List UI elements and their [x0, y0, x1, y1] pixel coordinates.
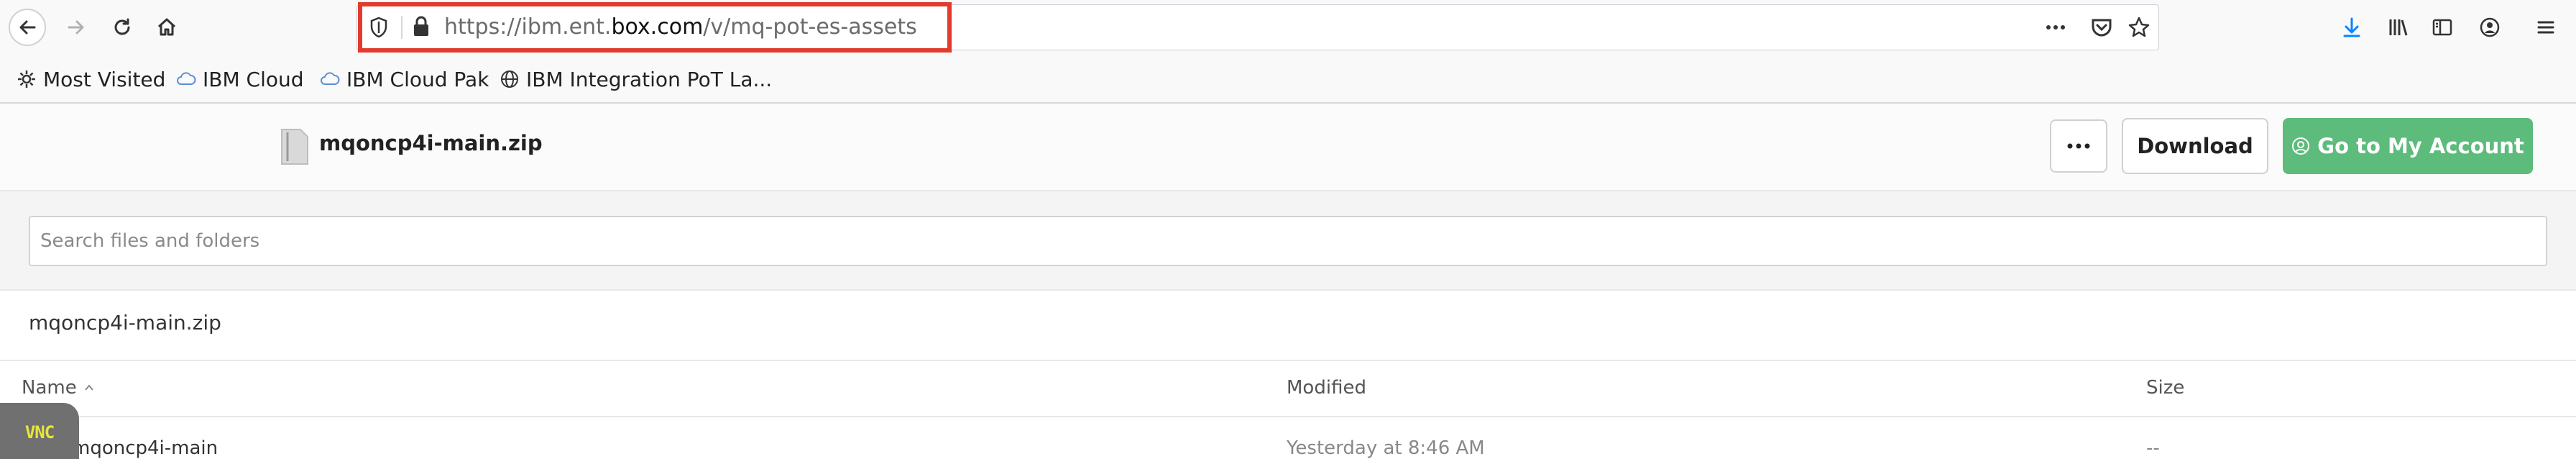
browser-toolbar: https://ibm.ent.box.com/v/mq-pot-es-asse… — [0, 0, 2576, 55]
zip-file-icon — [281, 129, 308, 165]
library-icon — [2389, 19, 2408, 36]
search-section — [0, 191, 2576, 291]
globe-icon — [501, 71, 518, 88]
download-arrow-icon — [2343, 17, 2360, 37]
user-circle-icon — [2292, 137, 2310, 155]
sidebar-toggle-button[interactable] — [2428, 13, 2457, 42]
account-button-label: Go to My Account — [2317, 134, 2524, 158]
account-icon — [2480, 17, 2500, 37]
gear-icon — [18, 71, 35, 88]
reload-icon — [114, 18, 130, 35]
tracking-shield-icon[interactable] — [368, 16, 390, 39]
home-button[interactable] — [148, 9, 185, 46]
cloud-icon — [177, 72, 196, 85]
bookmark-ibm-cloud[interactable]: IBM Cloud — [175, 65, 304, 94]
bookmark-label: Most Visited — [43, 67, 166, 91]
file-header: mqoncp4i-main.zip Download Go to My Acco… — [0, 104, 2576, 191]
vnc-badge[interactable]: VNC — [0, 403, 79, 459]
go-to-account-button[interactable]: Go to My Account — [2283, 118, 2533, 174]
url-domain: box.com — [611, 14, 704, 40]
bookmark-label: IBM Integration PoT La... — [526, 67, 773, 91]
pocket-button[interactable] — [2087, 13, 2116, 42]
arrow-right-icon — [68, 20, 84, 35]
address-url[interactable]: https://ibm.ent.box.com/v/mq-pot-es-asse… — [444, 13, 917, 42]
home-icon — [157, 18, 176, 36]
file-title: mqoncp4i-main.zip — [319, 131, 543, 155]
download-button[interactable]: Download — [2122, 118, 2268, 174]
page-actions-button[interactable] — [2041, 13, 2070, 42]
url-path: /v/mq-pot-es-assets — [703, 14, 917, 40]
column-label: Size — [2146, 377, 2185, 399]
column-header-name[interactable]: Name — [22, 377, 96, 399]
lock-icon[interactable] — [411, 14, 431, 39]
vnc-label: VNC — [24, 422, 55, 442]
hamburger-icon — [2537, 21, 2554, 34]
column-header-size[interactable]: Size — [2146, 377, 2184, 399]
bookmarks-toolbar: Most Visited IBM Cloud IBM Cloud Pak IBM… — [0, 55, 2576, 104]
bookmark-most-visited[interactable]: Most Visited — [16, 65, 165, 94]
reload-button[interactable] — [104, 9, 141, 46]
table-row-name[interactable]: mqoncp4i-main — [72, 437, 218, 459]
library-button[interactable] — [2383, 13, 2412, 42]
column-label: Name — [22, 377, 77, 399]
bookmark-ibm-integration-pot[interactable]: IBM Integration PoT La... — [499, 65, 772, 94]
sort-ascending-icon — [84, 384, 93, 391]
more-horizontal-icon — [2046, 25, 2065, 29]
column-label: Modified — [1287, 377, 1366, 399]
more-horizontal-icon — [2067, 143, 2090, 149]
more-options-button[interactable] — [2050, 119, 2107, 173]
url-prefix: https://ibm.ent. — [444, 14, 612, 40]
cloud-icon — [321, 72, 340, 85]
star-icon — [2128, 17, 2150, 37]
divider — [0, 416, 2576, 417]
divider — [0, 360, 2576, 361]
pocket-icon — [2092, 19, 2112, 37]
breadcrumb[interactable]: mqoncp4i-main.zip — [29, 311, 221, 335]
bookmark-star-button[interactable] — [2125, 13, 2153, 42]
downloads-button[interactable] — [2337, 13, 2366, 42]
column-header-modified[interactable]: Modified — [1287, 377, 1366, 399]
forward-button[interactable] — [58, 9, 95, 46]
table-row-modified: Yesterday at 8:46 AM — [1287, 437, 1485, 459]
arrow-left-icon — [19, 20, 36, 35]
bookmark-label: IBM Cloud — [203, 67, 304, 91]
bookmark-ibm-cloud-pak[interactable]: IBM Cloud Pak — [319, 65, 489, 94]
bookmark-label: IBM Cloud Pak — [346, 67, 489, 91]
sidebar-icon — [2432, 19, 2452, 36]
back-button[interactable] — [9, 9, 46, 46]
search-input[interactable] — [29, 216, 2547, 266]
account-button[interactable] — [2475, 13, 2504, 42]
menu-button[interactable] — [2531, 13, 2560, 42]
table-row-size: -- — [2146, 437, 2160, 459]
address-separator — [401, 16, 402, 39]
